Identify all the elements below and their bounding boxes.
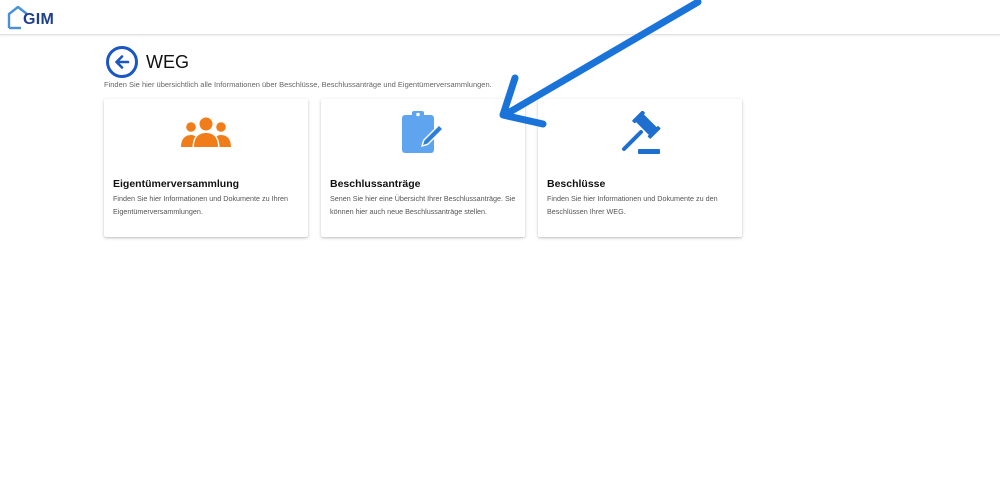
card-beschluesse[interactable]: Beschlüsse Finden Sie hier Informationen… (538, 99, 742, 237)
card-title: Beschlüsse (547, 178, 606, 190)
card-grid: Eigentümerversammlung Finden Sie hier In… (104, 99, 742, 237)
arrow-left-icon (115, 55, 130, 69)
clipboard-edit-icon (402, 111, 444, 153)
page-header: WEG (106, 46, 189, 78)
group-icon (181, 117, 231, 147)
card-title: Beschlussanträge (330, 178, 421, 190)
back-button[interactable] (106, 46, 138, 78)
card-title: Eigentümerversammlung (113, 178, 240, 190)
gavel-icon (622, 111, 661, 154)
top-bar: GIM (0, 0, 1000, 35)
logo-text: GIM (23, 11, 55, 28)
card-beschlussantraege[interactable]: Beschlussanträge Senen Sie hier eine Übe… (321, 99, 525, 237)
page-subtitle: Finden Sie hier übersichtlich alle Infor… (104, 80, 492, 89)
card-description: Finden Sie hier Informationen und Dokume… (547, 194, 718, 216)
page-title: WEG (146, 51, 189, 72)
card-description: Senen Sie hier eine Übersicht Ihrer Besc… (330, 194, 516, 216)
card-eigentuemerversammlung[interactable]: Eigentümerversammlung Finden Sie hier In… (104, 99, 308, 237)
card-description: Finden Sie hier Informationen und Dokume… (113, 194, 288, 216)
